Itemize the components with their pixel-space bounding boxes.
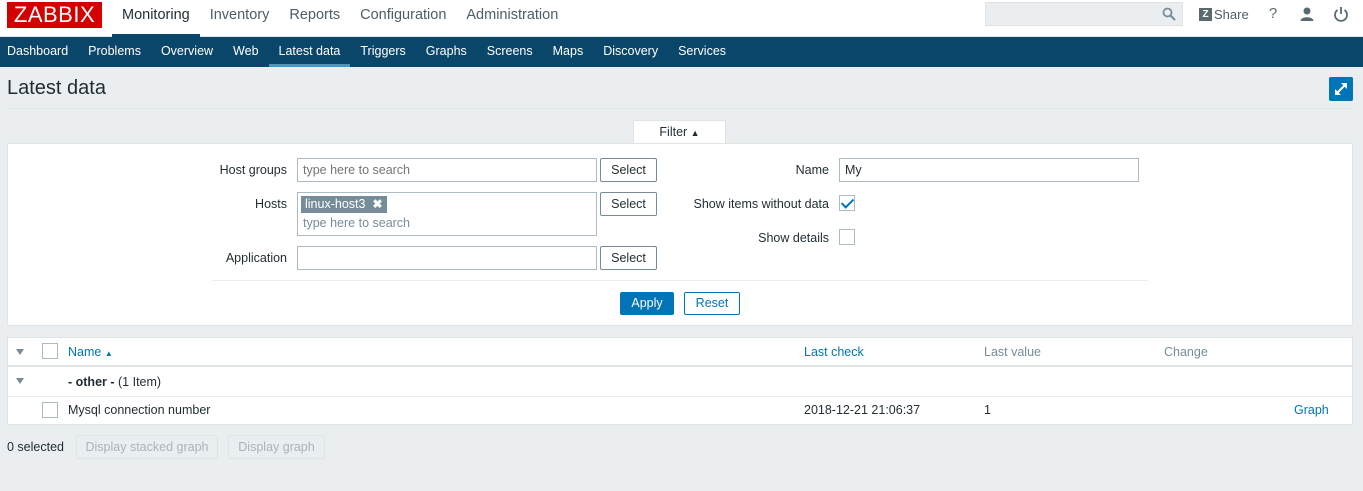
item-last-value: 1 xyxy=(984,403,991,417)
name-label: Name xyxy=(795,163,829,177)
display-graph-button[interactable]: Display graph xyxy=(228,435,325,459)
subnav-problems[interactable]: Problems xyxy=(78,37,151,67)
select-all-checkbox[interactable] xyxy=(42,343,58,359)
filter-panel: Host groups Select Hosts linux-host3 ✖ t… xyxy=(7,143,1353,326)
item-name: Mysql connection number xyxy=(68,403,211,417)
menu-inventory[interactable]: Inventory xyxy=(200,0,280,30)
group-name: - other - xyxy=(68,375,115,389)
subnav-latest-data[interactable]: Latest data xyxy=(268,37,351,67)
item-last-check: 2018-12-21 21:06:37 xyxy=(804,403,921,417)
menu-administration[interactable]: Administration xyxy=(456,0,568,30)
global-search xyxy=(985,2,1183,26)
fullscreen-button[interactable] xyxy=(1329,77,1353,101)
host-tag: linux-host3 ✖ xyxy=(301,196,387,213)
caret-up-icon: ▲ xyxy=(690,128,700,138)
show-items-without-data-label: Show items without data xyxy=(693,197,830,211)
name-header-label: Name xyxy=(68,345,102,359)
help-icon[interactable]: ? xyxy=(1264,5,1282,23)
user-profile-icon[interactable] xyxy=(1298,5,1316,23)
sign-out-icon[interactable] xyxy=(1332,5,1350,23)
main-menu: Monitoring Inventory Reports Configurati… xyxy=(112,0,568,37)
subnav-dashboard[interactable]: Dashboard xyxy=(0,37,78,67)
hosts-label: Hosts xyxy=(255,197,287,211)
table-header: Name ▲ Last check Last value Change xyxy=(8,338,1352,367)
column-name-header[interactable]: Name ▲ xyxy=(68,345,113,359)
zabbix-logo[interactable]: ZABBIX xyxy=(7,2,102,28)
share-link[interactable]: Z Share xyxy=(1199,6,1249,22)
reset-button[interactable]: Reset xyxy=(684,292,740,315)
hosts-search-placeholder[interactable]: type here to search xyxy=(303,216,410,230)
subnav-graphs[interactable]: Graphs xyxy=(416,37,477,67)
subnav-services[interactable]: Services xyxy=(668,37,736,67)
host-tag-label: linux-host3 xyxy=(305,197,366,211)
application-input[interactable] xyxy=(297,246,597,270)
search-input[interactable] xyxy=(986,3,1156,25)
subnav-overview[interactable]: Overview xyxy=(151,37,223,67)
row-checkbox[interactable] xyxy=(42,402,58,418)
table-row: Mysql connection number 2018-12-21 21:06… xyxy=(8,397,1352,425)
sort-asc-icon: ▲ xyxy=(104,349,113,358)
collapse-all-icon[interactable] xyxy=(16,349,24,355)
latest-data-table: Name ▲ Last check Last value Change - ot… xyxy=(7,337,1353,425)
menu-configuration[interactable]: Configuration xyxy=(350,0,456,30)
filter-divider xyxy=(212,280,1148,281)
show-details-label: Show details xyxy=(758,231,829,245)
subnav-web[interactable]: Web xyxy=(223,37,268,67)
graph-link[interactable]: Graph xyxy=(1294,403,1329,417)
group-count: (1 Item) xyxy=(118,375,162,389)
selected-count: 0 selected xyxy=(7,440,64,454)
collapse-group-icon[interactable] xyxy=(16,378,24,384)
subnav-maps[interactable]: Maps xyxy=(543,37,594,67)
subnav-discovery[interactable]: Discovery xyxy=(593,37,668,67)
title-divider xyxy=(7,108,1353,109)
apply-button[interactable]: Apply xyxy=(620,292,674,315)
column-last-check-header[interactable]: Last check xyxy=(804,345,864,359)
column-change-header: Change xyxy=(1164,345,1208,359)
host-groups-input[interactable] xyxy=(297,158,597,182)
name-input[interactable]: My xyxy=(839,158,1139,182)
group-title: - other - (1 Item) xyxy=(68,375,161,389)
hosts-multiselect[interactable]: linux-host3 ✖ type here to search xyxy=(297,192,597,236)
page-title: Latest data xyxy=(7,77,106,99)
show-items-without-data-checkbox[interactable] xyxy=(839,195,855,211)
menu-monitoring[interactable]: Monitoring xyxy=(112,0,200,37)
column-last-value-header: Last value xyxy=(984,345,1041,359)
filter-tab-label: Filter xyxy=(659,125,688,139)
top-header: ZABBIX Monitoring Inventory Reports Conf… xyxy=(0,0,1363,37)
zabbix-share-icon: Z xyxy=(1199,7,1212,21)
search-icon[interactable] xyxy=(1162,7,1176,21)
host-groups-label: Host groups xyxy=(219,163,287,177)
show-details-checkbox[interactable] xyxy=(839,229,855,245)
application-group-row: - other - (1 Item) xyxy=(8,368,1352,397)
filter-toggle-tab[interactable]: Filter ▲ xyxy=(633,120,726,144)
subnav-screens[interactable]: Screens xyxy=(477,37,543,67)
subnav-triggers[interactable]: Triggers xyxy=(350,37,415,67)
remove-tag-icon[interactable]: ✖ xyxy=(372,196,382,213)
application-label: Application xyxy=(225,251,287,265)
display-stacked-graph-button[interactable]: Display stacked graph xyxy=(76,435,218,459)
menu-reports[interactable]: Reports xyxy=(279,0,350,30)
application-select-button[interactable]: Select xyxy=(600,246,657,270)
share-label: Share xyxy=(1214,6,1249,22)
sub-navigation: Dashboard Problems Overview Web Latest d… xyxy=(0,37,1363,67)
